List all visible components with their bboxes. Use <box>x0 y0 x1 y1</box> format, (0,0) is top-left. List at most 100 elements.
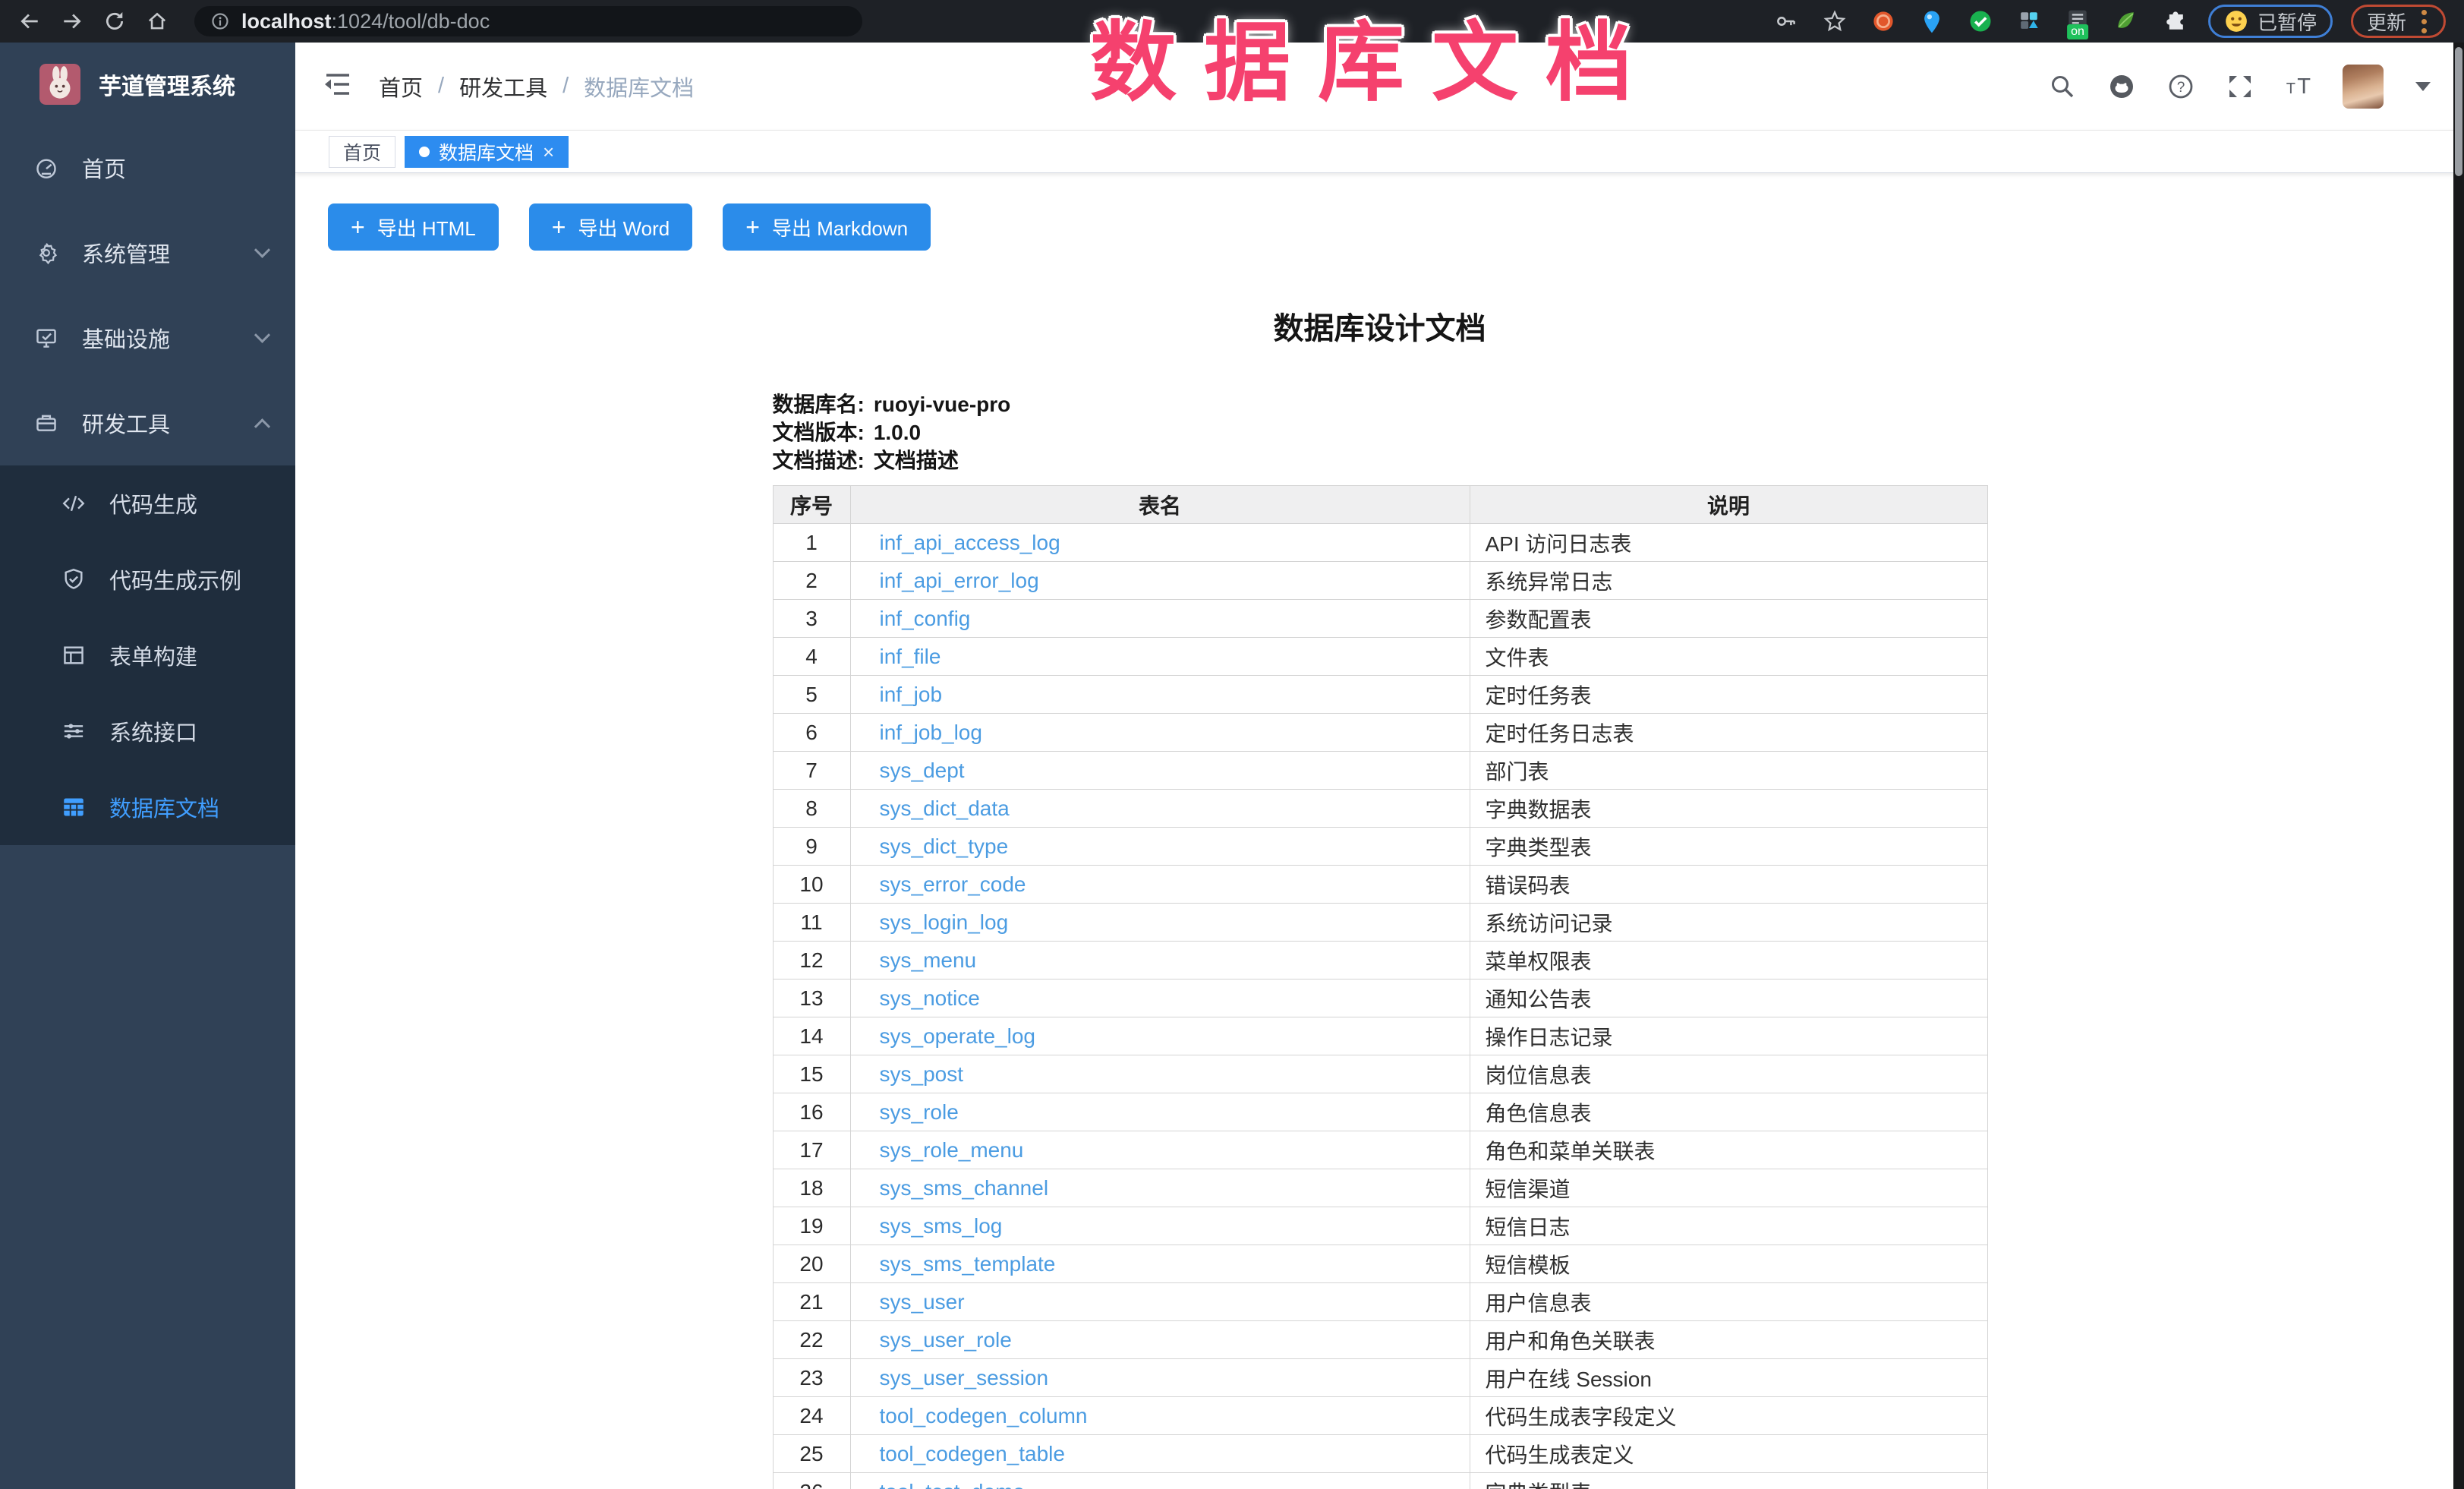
table-row: 15sys_post岗位信息表 <box>773 1055 1987 1093</box>
key-icon <box>1773 8 1799 34</box>
table-name-link[interactable]: sys_user_role <box>880 1328 1012 1352</box>
table-name-link[interactable]: inf_file <box>880 645 941 668</box>
table-name-link[interactable]: inf_config <box>880 607 971 630</box>
cell-seq: 13 <box>773 980 850 1017</box>
reload-button[interactable] <box>97 4 132 39</box>
sidebar-subitem-db-doc[interactable]: 数据库文档 <box>0 769 295 845</box>
meta-label: 文档描述: <box>773 446 865 475</box>
tag-1[interactable]: 数据库文档× <box>405 136 569 168</box>
sidebar-subitem-codegen[interactable]: 代码生成 <box>0 465 295 541</box>
table-name-link[interactable]: sys_sms_log <box>880 1214 1003 1238</box>
table-name-link[interactable]: tool_codegen_column <box>880 1404 1088 1427</box>
table-name-link[interactable]: sys_operate_log <box>880 1024 1035 1048</box>
extension-leaf-button[interactable] <box>2111 6 2141 36</box>
sidebar-subitem-label: 数据库文档 <box>109 791 268 823</box>
breadcrumb-item-1[interactable]: 研发工具 <box>459 71 547 103</box>
table-row: 5inf_job定时任务表 <box>773 676 1987 714</box>
table-name-link[interactable]: sys_dict_type <box>880 834 1009 858</box>
svg-text:T: T <box>2286 80 2295 97</box>
extension-grid-button[interactable] <box>2014 6 2044 36</box>
table-name-link[interactable]: sys_post <box>880 1062 964 1086</box>
table-name-link[interactable]: tool_test_demo <box>880 1480 1025 1489</box>
table-row: 25tool_codegen_table代码生成表定义 <box>773 1435 1987 1473</box>
extension-check-button[interactable] <box>1965 6 1996 36</box>
sidebar-subitem-label: 代码生成 <box>109 487 268 519</box>
tools-icon <box>33 410 59 436</box>
sidebar-item-system[interactable]: 系统管理 <box>0 210 295 295</box>
export-button-1[interactable]: +导出 Word <box>529 203 693 251</box>
app-logo-row[interactable]: 芋道管理系统 <box>0 43 295 125</box>
table-name-link[interactable]: sys_role <box>880 1100 959 1124</box>
table-name-link[interactable]: sys_sms_channel <box>880 1176 1049 1200</box>
sidebar-subitem-codegen-example[interactable]: 代码生成示例 <box>0 541 295 617</box>
export-button-2[interactable]: +导出 Markdown <box>723 203 931 251</box>
home-button[interactable] <box>140 4 175 39</box>
table-name-link[interactable]: inf_job_log <box>880 721 982 744</box>
doc-meta: 数据库名:ruoyi-vue-pro文档版本:1.0.0文档描述:文档描述 <box>773 390 1987 475</box>
cell-seq: 8 <box>773 790 850 828</box>
table-name-link[interactable]: sys_notice <box>880 986 980 1010</box>
browser-update-pill[interactable]: 更新 <box>2351 5 2446 38</box>
password-key-button[interactable] <box>1771 6 1801 36</box>
sidebar-item-infra[interactable]: 基础设施 <box>0 295 295 380</box>
table-row: 26tool_test_demo字典类型表 <box>773 1473 1987 1489</box>
table-name-link[interactable]: sys_menu <box>880 948 977 972</box>
bookmark-button[interactable] <box>1820 6 1850 36</box>
sidebar-subitem-form-build[interactable]: 表单构建 <box>0 617 295 693</box>
window-scrollbar[interactable] <box>2453 43 2464 1489</box>
address-bar[interactable]: localhost:1024/tool/db-doc <box>194 6 862 36</box>
table-name-link[interactable]: sys_user <box>880 1290 965 1314</box>
table-name-link[interactable]: sys_error_code <box>880 872 1026 896</box>
forward-button[interactable] <box>55 4 90 39</box>
cell-table-name: inf_config <box>850 600 1470 638</box>
cell-description: 短信渠道 <box>1470 1169 1987 1207</box>
extension-pin-button[interactable] <box>1917 6 1947 36</box>
tag-0[interactable]: 首页 <box>329 136 395 168</box>
github-button[interactable] <box>2106 71 2138 103</box>
sidebar-subitem-api[interactable]: 系统接口 <box>0 693 295 769</box>
fullscreen-button[interactable] <box>2224 71 2256 103</box>
sidebar-fold-button[interactable] <box>323 69 358 104</box>
table-name-link[interactable]: sys_dept <box>880 759 965 782</box>
table-name-link[interactable]: sys_dict_data <box>880 797 1010 820</box>
extension-proxy-button[interactable]: on <box>2062 6 2093 36</box>
table-name-link[interactable]: inf_api_error_log <box>880 569 1039 592</box>
site-info-icon[interactable] <box>210 11 231 32</box>
meta-value: 文档描述 <box>874 446 959 475</box>
table-name-link[interactable]: sys_role_menu <box>880 1138 1024 1162</box>
sidebar-item-tools[interactable]: 研发工具 <box>0 380 295 465</box>
table-name-link[interactable]: sys_login_log <box>880 910 1009 934</box>
export-button-0[interactable]: +导出 HTML <box>328 203 499 251</box>
tag-close-icon[interactable]: × <box>543 142 554 162</box>
cell-seq: 20 <box>773 1245 850 1283</box>
table-name-link[interactable]: inf_api_access_log <box>880 531 1060 554</box>
cell-seq: 26 <box>773 1473 850 1489</box>
extension-orange-button[interactable] <box>1868 6 1898 36</box>
cell-description: 代码生成表字段定义 <box>1470 1397 1987 1435</box>
doc-meta-row-0: 数据库名:ruoyi-vue-pro <box>773 390 1987 418</box>
sidebar-item-home[interactable]: 首页 <box>0 125 295 210</box>
cell-seq: 23 <box>773 1359 850 1397</box>
user-avatar[interactable] <box>2343 65 2384 109</box>
profile-paused-pill[interactable]: 已暂停 <box>2208 5 2333 38</box>
table-name-link[interactable]: sys_sms_template <box>880 1252 1056 1276</box>
font-size-button[interactable]: TT <box>2283 71 2315 103</box>
form-icon <box>61 642 87 668</box>
cell-table-name: inf_file <box>850 638 1470 676</box>
url-text: localhost:1024/tool/db-doc <box>241 10 490 33</box>
browser-menu-icon[interactable] <box>2418 10 2430 33</box>
table-name-link[interactable]: tool_codegen_table <box>880 1442 1065 1465</box>
help-button[interactable]: ? <box>2165 71 2197 103</box>
avatar-caret-down-icon[interactable] <box>2415 82 2431 91</box>
back-button[interactable] <box>12 4 47 39</box>
table-name-link[interactable]: sys_user_session <box>880 1366 1049 1390</box>
sidebar-item-label: 研发工具 <box>82 407 257 439</box>
table-row: 20sys_sms_template短信模板 <box>773 1245 1987 1283</box>
extensions-menu-button[interactable] <box>2160 6 2190 36</box>
search-button[interactable] <box>2047 71 2078 103</box>
sidebar-item-label: 基础设施 <box>82 322 257 354</box>
table-name-link[interactable]: inf_job <box>880 683 943 706</box>
breadcrumb-item-0[interactable]: 首页 <box>379 71 423 103</box>
cell-table-name: sys_error_code <box>850 866 1470 904</box>
scrollbar-thumb[interactable] <box>2455 47 2462 176</box>
